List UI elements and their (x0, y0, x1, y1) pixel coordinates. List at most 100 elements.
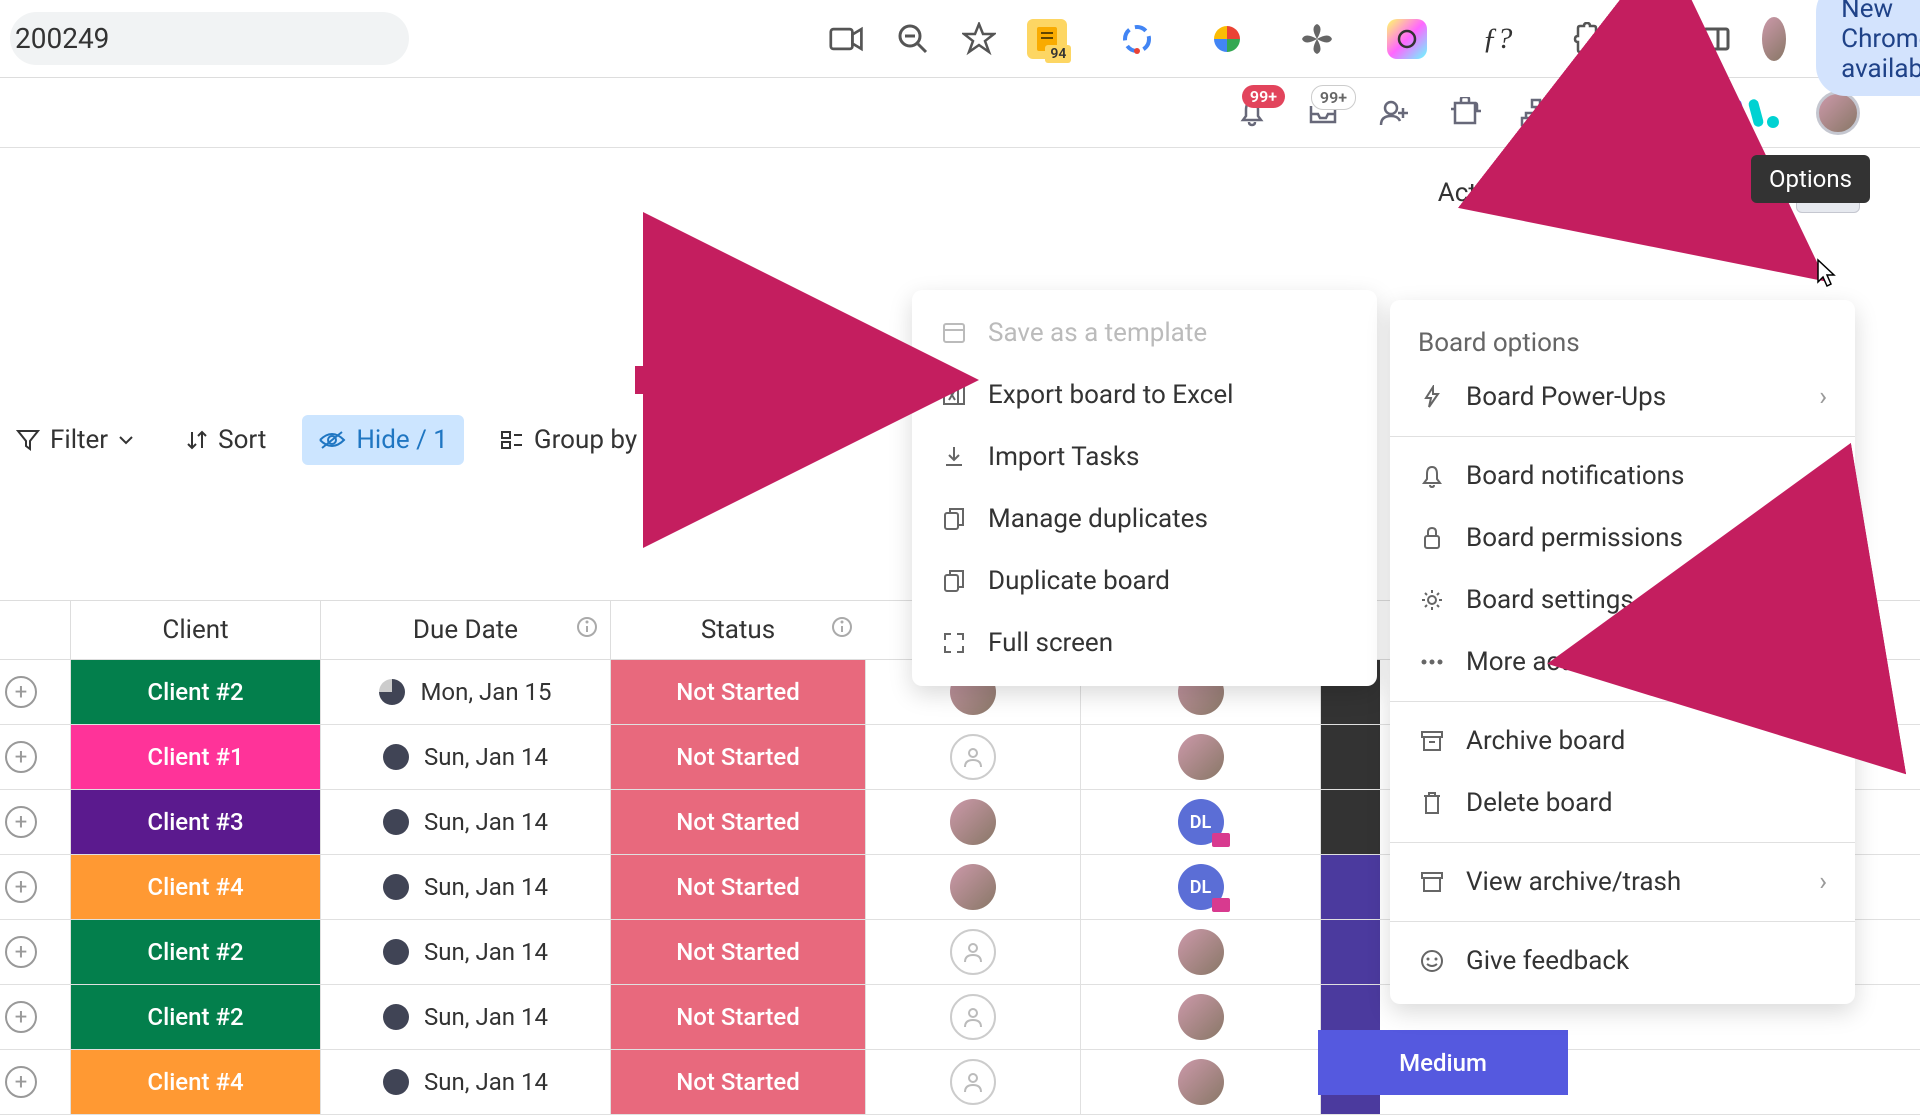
chrome-update-label: New Chrome available (1841, 0, 1920, 84)
status-cell[interactable]: Not Started (610, 660, 865, 724)
menu-full-screen[interactable]: Full screen (912, 612, 1377, 674)
url-bar[interactable]: 200249 (10, 12, 409, 65)
row-add[interactable]: + (0, 855, 70, 919)
zoom-icon[interactable] (895, 21, 931, 57)
extension-pinwheel-icon[interactable] (1297, 19, 1337, 59)
hide-button[interactable]: Hide / 1 (302, 415, 464, 465)
status-cell[interactable]: Not Started (610, 985, 865, 1049)
people-cell-2[interactable] (1080, 725, 1320, 789)
date-cell[interactable]: Sun, Jan 14 (320, 1050, 610, 1114)
menu-delete[interactable]: Delete board (1390, 772, 1855, 834)
inbox-icon[interactable]: 99+ (1305, 95, 1341, 131)
people-cell-2[interactable]: DL (1080, 790, 1320, 854)
downloads-icon[interactable] (1638, 21, 1670, 57)
filter-button[interactable]: Filter (0, 415, 150, 465)
menu-notifications[interactable]: Board notifications (1390, 445, 1855, 507)
th-due-date[interactable]: Due Date (320, 601, 610, 659)
more-actions-submenu: Save as a template Export board to Excel… (912, 290, 1377, 686)
extension-function-icon[interactable]: ƒ? (1477, 19, 1517, 59)
color-cell[interactable] (1320, 725, 1380, 789)
info-icon[interactable] (576, 615, 598, 645)
th-client[interactable]: Client (70, 601, 320, 659)
extension-photos-icon[interactable] (1207, 19, 1247, 59)
date-cell[interactable]: Mon, Jan 15 (320, 660, 610, 724)
table-row[interactable]: +Client #4Sun, Jan 14Not Started (0, 1050, 1920, 1115)
row-add[interactable]: + (0, 1050, 70, 1114)
status-cell[interactable]: Not Started (610, 790, 865, 854)
notifications-icon[interactable]: 99+ (1234, 95, 1270, 131)
color-cell[interactable] (1320, 855, 1380, 919)
hierarchy-icon[interactable] (1518, 95, 1554, 131)
date-cell[interactable]: Sun, Jan 14 (320, 920, 610, 984)
user-avatar[interactable] (1816, 91, 1860, 135)
date-cell[interactable]: Sun, Jan 14 (320, 855, 610, 919)
menu-feedback[interactable]: Give feedback (1390, 930, 1855, 992)
row-add[interactable]: + (0, 920, 70, 984)
date-cell[interactable]: Sun, Jan 14 (320, 790, 610, 854)
chrome-update-pill[interactable]: New Chrome available (1816, 0, 1920, 96)
separator (1607, 19, 1608, 59)
menu-heading: Board options (1390, 312, 1855, 366)
archive-view-icon (1418, 871, 1446, 893)
status-cell[interactable]: Not Started (610, 725, 865, 789)
copy-icon (940, 569, 968, 593)
people-cell-2[interactable] (1080, 920, 1320, 984)
fullscreen-icon (940, 631, 968, 655)
options-tooltip: Options (1751, 155, 1870, 203)
people-cell-2[interactable] (1080, 985, 1320, 1049)
sidepanel-icon[interactable] (1700, 21, 1732, 57)
date-cell[interactable]: Sun, Jan 14 (320, 725, 610, 789)
menu-view-archive[interactable]: View archive/trash› (1390, 851, 1855, 913)
color-cell[interactable] (1320, 790, 1380, 854)
invite-members-icon[interactable] (1376, 95, 1412, 131)
people-cell-2[interactable] (1080, 1050, 1320, 1114)
row-add[interactable]: + (0, 790, 70, 854)
activity-label[interactable]: Activity (1438, 178, 1523, 208)
people-cell[interactable] (865, 1050, 1080, 1114)
status-cell[interactable]: Not Started (610, 1050, 865, 1114)
client-cell[interactable]: Client #3 (70, 790, 320, 854)
client-cell[interactable]: Client #4 (70, 855, 320, 919)
client-cell[interactable]: Client #1 (70, 725, 320, 789)
extension-puzzle-icon[interactable] (1567, 19, 1607, 59)
priority-cell[interactable]: Medium (1318, 1030, 1568, 1095)
status-cell[interactable]: Not Started (610, 920, 865, 984)
menu-manage-duplicates[interactable]: Manage duplicates (912, 488, 1377, 550)
people-cell[interactable] (865, 920, 1080, 984)
row-add[interactable]: + (0, 985, 70, 1049)
extension-spinner-icon[interactable] (1117, 19, 1157, 59)
extension-notes-icon[interactable]: 94 (1027, 19, 1067, 59)
info-icon[interactable] (831, 615, 853, 645)
date-cell[interactable]: Sun, Jan 14 (320, 985, 610, 1049)
row-add[interactable]: + (0, 660, 70, 724)
client-cell[interactable]: Client #2 (70, 660, 320, 724)
color-cell[interactable] (1320, 920, 1380, 984)
client-cell[interactable]: Client #2 (70, 920, 320, 984)
extension-camera-icon[interactable] (1387, 19, 1427, 59)
people-cell[interactable] (865, 855, 1080, 919)
people-cell-2[interactable]: DL (1080, 855, 1320, 919)
browser-toolbar: 200249 94 ƒ? New Chrome available (0, 0, 1920, 78)
row-add[interactable]: + (0, 725, 70, 789)
sort-button[interactable]: Sort (170, 415, 282, 465)
lock-icon (1418, 526, 1446, 550)
status-cell[interactable]: Not Started (610, 855, 865, 919)
client-cell[interactable]: Client #2 (70, 985, 320, 1049)
people-cell[interactable] (865, 725, 1080, 789)
video-icon[interactable] (829, 21, 865, 57)
menu-import-tasks[interactable]: Import Tasks (912, 426, 1377, 488)
menu-duplicate-board[interactable]: Duplicate board (912, 550, 1377, 612)
menu-powerups[interactable]: Board Power-Ups› (1390, 366, 1855, 428)
cursor-icon (1812, 258, 1840, 290)
th-status[interactable]: Status (610, 601, 865, 659)
profile-avatar[interactable] (1762, 17, 1786, 61)
people-cell[interactable] (865, 790, 1080, 854)
client-cell[interactable]: Client #4 (70, 1050, 320, 1114)
archive-icon (1418, 730, 1446, 752)
menu-archive[interactable]: Archive board (1390, 710, 1855, 772)
menu-export-excel[interactable]: Export board to Excel (912, 364, 1377, 426)
url-text: 200249 (15, 22, 109, 55)
apps-icon[interactable] (1447, 95, 1483, 131)
people-cell[interactable] (865, 985, 1080, 1049)
star-icon[interactable] (961, 21, 997, 57)
